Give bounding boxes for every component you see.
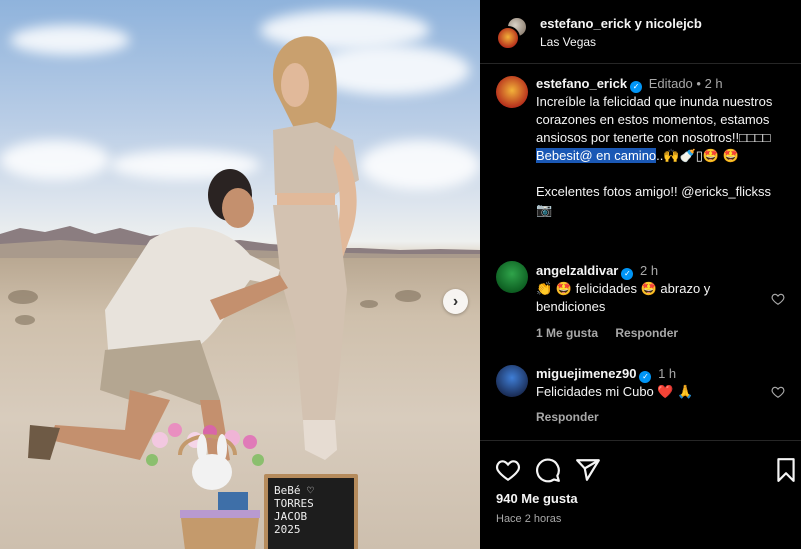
post-location[interactable]: Las Vegas (540, 35, 596, 49)
post-authors[interactable]: estefano_erick y nicolejcb (540, 16, 702, 31)
verified-icon: ✓ (621, 268, 634, 280)
likes-count[interactable]: 940 Me gusta (496, 491, 578, 506)
comment-text: 👏 🤩 felicidades 🤩 abrazo y bendiciones (536, 281, 711, 314)
reply-button[interactable]: Responder (536, 410, 599, 424)
comment-time[interactable]: 1 h (658, 366, 676, 381)
caption-highlighted-text: Bebesit@ en camino (536, 148, 657, 163)
avatar[interactable] (496, 76, 528, 108)
comment-likes[interactable]: 1 Me gusta (536, 326, 598, 340)
comment-text: Felicidades mi Cubo ❤️ 🙏 (536, 384, 694, 399)
comment-meta: 1 Me gusta Responder (536, 326, 692, 340)
comment: angelzaldivar ✓ 2 h 👏 🤩 felicidades 🤩 abr… (536, 262, 766, 316)
chalkboard-line: BeBé ♡ (274, 484, 314, 497)
post-caption: estefano_erick ✓ Editado • 2 h Increíble … (536, 75, 792, 219)
caption-emoji-text: ..🙌🍼▯🤩 🤩 (656, 148, 739, 163)
verified-icon: ✓ (639, 371, 652, 383)
caption-username[interactable]: estefano_erick (536, 76, 627, 91)
post-photo[interactable]: BeBé ♡ TORRES JACOB 2025 › (0, 0, 480, 549)
post-actions: 940 Me gusta Hace 2 horas (480, 440, 801, 549)
shrub (395, 290, 421, 302)
next-photo-button[interactable]: › (443, 289, 468, 314)
avatar[interactable] (496, 261, 528, 293)
comment-icon[interactable] (535, 457, 561, 483)
post-header: estefano_erick y nicolejcb Las Vegas (480, 0, 801, 64)
heart-icon[interactable] (495, 457, 521, 483)
reply-button[interactable]: Responder (615, 326, 678, 340)
instagram-post-view: BeBé ♡ TORRES JACOB 2025 › estefano_eric… (0, 0, 801, 549)
heart-icon[interactable] (771, 292, 785, 306)
verified-icon: ✓ (630, 81, 643, 93)
comment-username[interactable]: miguejimenez90 (536, 366, 636, 381)
easter-basket (146, 423, 264, 549)
separator-dot: • (696, 76, 701, 91)
chalkboard-line: JACOB (274, 510, 308, 523)
caption-text: Increíble la felicidad que inunda nuestr… (536, 94, 773, 145)
avatar[interactable] (496, 365, 528, 397)
bookmark-icon[interactable] (773, 457, 799, 483)
chalkboard-line: 2025 (274, 523, 301, 536)
chalkboard-line: TORRES (274, 497, 314, 510)
comment-time[interactable]: 2 h (640, 263, 658, 278)
heart-icon[interactable] (771, 385, 785, 399)
post-side-panel: estefano_erick y nicolejcb Las Vegas est… (480, 0, 801, 549)
camera-emoji: 📷 (536, 202, 553, 217)
post-time[interactable]: Hace 2 horas (496, 513, 561, 525)
caption-credit-text: Excelentes fotos amigo!! @ericks_flickss (536, 184, 772, 199)
comment-meta: Responder (536, 410, 613, 424)
avatar[interactable] (496, 26, 520, 50)
comment-username[interactable]: angelzaldivar (536, 263, 618, 278)
share-icon[interactable] (575, 457, 601, 483)
chalkboard-sign: BeBé ♡ TORRES JACOB 2025 (264, 474, 358, 549)
comments-section: estefano_erick ✓ Editado • 2 h Increíble … (480, 64, 801, 440)
cloud (10, 25, 130, 55)
collab-avatars[interactable] (496, 16, 528, 50)
cloud (360, 140, 480, 190)
comment: miguejimenez90 ✓ 1 h Felicidades mi Cubo … (536, 365, 766, 401)
edited-label: Editado (648, 76, 693, 91)
chevron-right-icon: › (452, 292, 459, 310)
caption-time[interactable]: 2 h (705, 76, 723, 91)
